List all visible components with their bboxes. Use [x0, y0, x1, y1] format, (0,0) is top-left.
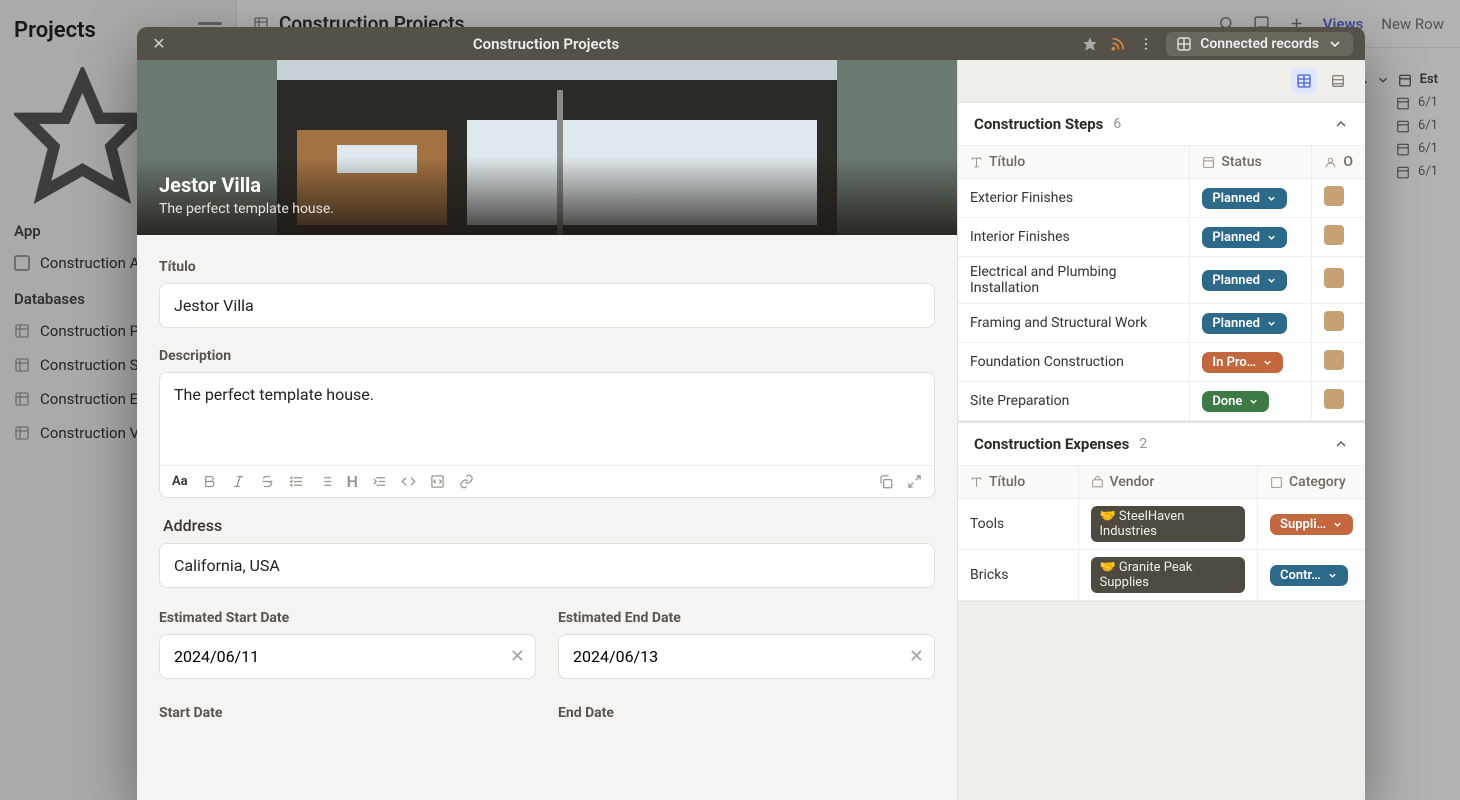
chevron-up-icon — [1333, 116, 1349, 132]
modal-header: ✕ Construction Projects Connected record… — [137, 27, 1365, 60]
step-title: Framing and Structural Work — [958, 304, 1190, 343]
list-view-toggle[interactable] — [1325, 68, 1351, 94]
indent-icon[interactable] — [372, 474, 387, 489]
clear-icon[interactable]: ✕ — [510, 646, 525, 667]
avatar[interactable] — [1324, 311, 1344, 331]
col-titulo[interactable]: Título — [958, 466, 1078, 499]
table-row[interactable]: Exterior Finishes Planned — [958, 179, 1365, 218]
est-end-label: Estimated End Date — [558, 610, 935, 626]
bullet-list-icon[interactable] — [289, 474, 304, 489]
est-end-field[interactable]: ✕ — [558, 634, 935, 679]
chevron-down-icon — [1327, 36, 1343, 52]
col-status[interactable]: Status — [1190, 146, 1312, 179]
clear-icon[interactable]: ✕ — [909, 646, 924, 667]
code-block-icon[interactable] — [430, 474, 445, 489]
italic-icon[interactable] — [231, 474, 246, 489]
est-start-field[interactable]: ✕ — [159, 634, 536, 679]
numbered-list-icon[interactable] — [318, 474, 333, 489]
connected-records-button[interactable]: Connected records — [1166, 32, 1353, 56]
avatar[interactable] — [1324, 268, 1344, 288]
bold-icon[interactable] — [202, 474, 217, 489]
modal-title: Construction Projects — [137, 35, 955, 53]
category-badge[interactable]: Suppli… — [1270, 514, 1353, 535]
expenses-panel-header[interactable]: Construction Expenses 2 — [958, 423, 1365, 465]
titulo-label: Título — [159, 259, 935, 275]
expand-icon[interactable] — [907, 474, 922, 489]
table-row[interactable]: Site Preparation Done — [958, 382, 1365, 421]
col-owner[interactable]: O — [1312, 146, 1365, 179]
close-icon[interactable]: ✕ — [149, 34, 169, 53]
link-icon[interactable] — [459, 474, 474, 489]
cover-image[interactable]: Jestor Villa The perfect template house. — [137, 60, 957, 235]
vendor-chip[interactable]: 🤝 SteelHaven Industries — [1091, 506, 1246, 542]
record-modal: ✕ Construction Projects Connected record… — [137, 27, 1365, 800]
start-date-label: Start Date — [159, 705, 536, 721]
address-label: Address — [163, 516, 935, 535]
heading-icon[interactable]: H — [347, 472, 358, 491]
step-title: Interior Finishes — [958, 218, 1190, 257]
end-date-label: End Date — [558, 705, 935, 721]
est-end-input[interactable] — [573, 635, 909, 678]
col-titulo[interactable]: Título — [958, 146, 1190, 179]
code-icon[interactable] — [401, 474, 416, 489]
steps-panel: Construction Steps 6 Título Status O Ext… — [958, 102, 1365, 422]
avatar[interactable] — [1324, 186, 1344, 206]
table-row[interactable]: Tools 🤝 SteelHaven Industries Suppli… — [958, 499, 1365, 550]
table-row[interactable]: Electrical and Plumbing Installation Plan… — [958, 257, 1365, 304]
connected-records-panel: Construction Steps 6 Título Status O Ext… — [957, 60, 1365, 800]
description-textarea[interactable] — [160, 373, 934, 465]
vendor-chip[interactable]: 🤝 Granite Peak Supplies — [1091, 557, 1246, 593]
table-row[interactable]: Foundation Construction In Pro… — [958, 343, 1365, 382]
col-vendor[interactable]: Vendor — [1078, 466, 1258, 499]
avatar[interactable] — [1324, 225, 1344, 245]
status-badge[interactable]: In Pro… — [1202, 352, 1283, 373]
status-badge[interactable]: Planned — [1202, 270, 1287, 291]
expenses-table: Título Vendor Category Tools 🤝 SteelHaven… — [958, 465, 1365, 601]
status-badge[interactable]: Planned — [1202, 313, 1287, 334]
step-title: Foundation Construction — [958, 343, 1190, 382]
description-field: Aa H — [159, 372, 935, 498]
record-subtitle: The perfect template house. — [159, 201, 935, 217]
text-style-button[interactable]: Aa — [172, 474, 188, 489]
star-icon[interactable] — [1082, 36, 1098, 52]
expense-title: Bricks — [958, 550, 1078, 601]
expenses-panel: Construction Expenses 2 Título Vendor Ca… — [958, 422, 1365, 602]
est-start-input[interactable] — [174, 635, 510, 678]
link-icon — [1176, 36, 1192, 52]
more-vertical-icon[interactable] — [1138, 36, 1154, 52]
avatar[interactable] — [1324, 350, 1344, 370]
status-badge[interactable]: Done — [1202, 391, 1269, 412]
status-badge[interactable]: Planned — [1202, 188, 1287, 209]
record-form: Jestor Villa The perfect template house.… — [137, 60, 957, 800]
category-badge[interactable]: Contr… — [1270, 565, 1348, 586]
rss-icon[interactable] — [1110, 36, 1126, 52]
col-category[interactable]: Category — [1258, 466, 1365, 499]
copy-icon[interactable] — [878, 474, 893, 489]
avatar[interactable] — [1324, 389, 1344, 409]
step-title: Exterior Finishes — [958, 179, 1190, 218]
steps-panel-header[interactable]: Construction Steps 6 — [958, 103, 1365, 145]
strikethrough-icon[interactable] — [260, 474, 275, 489]
table-row[interactable]: Framing and Structural Work Planned — [958, 304, 1365, 343]
rich-text-toolbar: Aa H — [160, 465, 934, 497]
expense-title: Tools — [958, 499, 1078, 550]
table-row[interactable]: Bricks 🤝 Granite Peak Supplies Contr… — [958, 550, 1365, 601]
grid-view-toggle[interactable] — [1291, 68, 1317, 94]
description-label: Description — [159, 348, 935, 364]
step-title: Site Preparation — [958, 382, 1190, 421]
titulo-input[interactable] — [159, 283, 935, 328]
status-badge[interactable]: Planned — [1202, 227, 1287, 248]
chevron-up-icon — [1333, 436, 1349, 452]
step-title: Electrical and Plumbing Installation — [958, 257, 1190, 304]
record-title: Jestor Villa — [159, 173, 935, 197]
steps-table: Título Status O Exterior Finishes Planned… — [958, 145, 1365, 421]
table-row[interactable]: Interior Finishes Planned — [958, 218, 1365, 257]
address-input[interactable] — [159, 543, 935, 588]
est-start-label: Estimated Start Date — [159, 610, 536, 626]
